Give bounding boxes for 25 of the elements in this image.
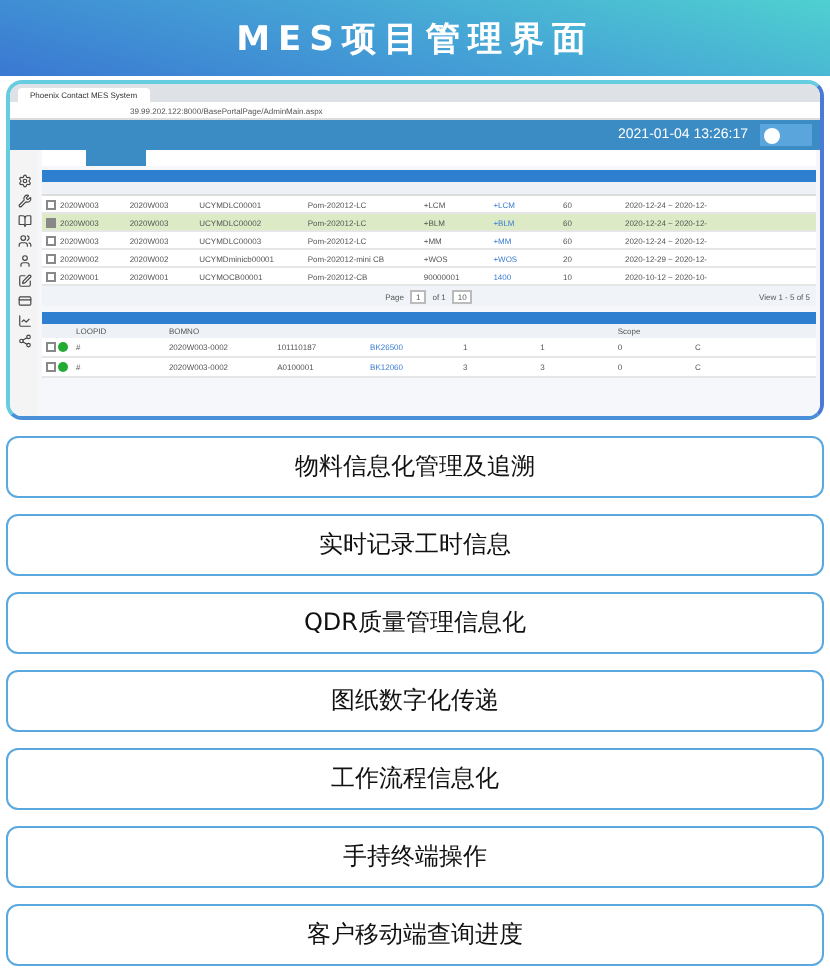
row-checkbox[interactable] xyxy=(46,217,56,227)
sidebar-icon[interactable] xyxy=(17,274,31,288)
row-checkbox[interactable] xyxy=(46,271,56,281)
feature-button[interactable]: 手持终端操作 xyxy=(6,826,824,888)
feature-button[interactable]: 物料信息化管理及追溯 xyxy=(6,436,824,498)
sidebar-icon[interactable] xyxy=(17,174,31,188)
row-checkbox[interactable] xyxy=(46,362,56,372)
sidebar-icon[interactable] xyxy=(17,294,31,308)
sidebar-icon[interactable] xyxy=(17,214,31,228)
feature-button[interactable]: 工作流程信息化 xyxy=(6,748,824,810)
row-checkbox[interactable] xyxy=(46,199,56,209)
user-avatar[interactable] xyxy=(760,124,812,146)
row-checkbox[interactable] xyxy=(46,235,56,245)
feature-button[interactable]: QDR质量管理信息化 xyxy=(6,592,824,654)
page-title: MES项目管理界面 xyxy=(236,17,594,61)
sidebar-icon[interactable] xyxy=(17,314,31,328)
feature-button[interactable]: 图纸数字化传递 xyxy=(6,670,824,732)
feature-button[interactable]: 实时记录工时信息 xyxy=(6,514,824,576)
sidebar-icon[interactable] xyxy=(17,334,31,348)
row-checkbox[interactable] xyxy=(46,253,56,263)
sidebar-icon[interactable] xyxy=(17,194,31,208)
sidebar-icon[interactable] xyxy=(17,234,31,248)
sidebar-icon[interactable] xyxy=(17,254,31,268)
feature-button[interactable]: 客户移动端查询进度 xyxy=(6,904,824,966)
row-checkbox[interactable] xyxy=(46,342,56,352)
